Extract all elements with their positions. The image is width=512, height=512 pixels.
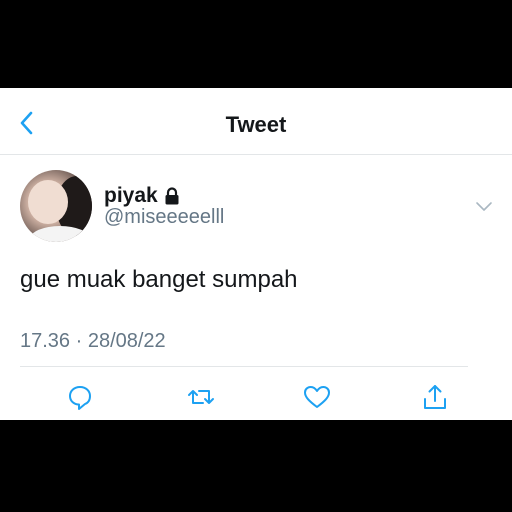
action-bar [0,382,512,412]
page-title: Tweet [225,112,287,137]
author-name[interactable]: piyak [104,184,158,208]
like-icon[interactable] [302,382,332,412]
chevron-down-icon[interactable] [474,200,494,214]
tweet-text: gue muak banget sumpah [20,266,298,293]
retweet-icon[interactable] [186,382,216,412]
avatar[interactable] [20,170,92,242]
author-name-line[interactable]: piyak [104,184,180,208]
tweet-screen: Tweet piyak @miseeeeelll gue muak banget… [0,88,512,420]
author-handle[interactable]: @miseeeeelll [104,206,224,229]
lock-icon [165,187,179,205]
tweet-timestamp[interactable]: 17.36 · 28/08/22 [20,330,166,353]
share-icon[interactable] [420,382,450,412]
navigation-bar: Tweet [0,88,512,155]
divider [20,366,468,367]
reply-icon[interactable] [65,382,95,412]
